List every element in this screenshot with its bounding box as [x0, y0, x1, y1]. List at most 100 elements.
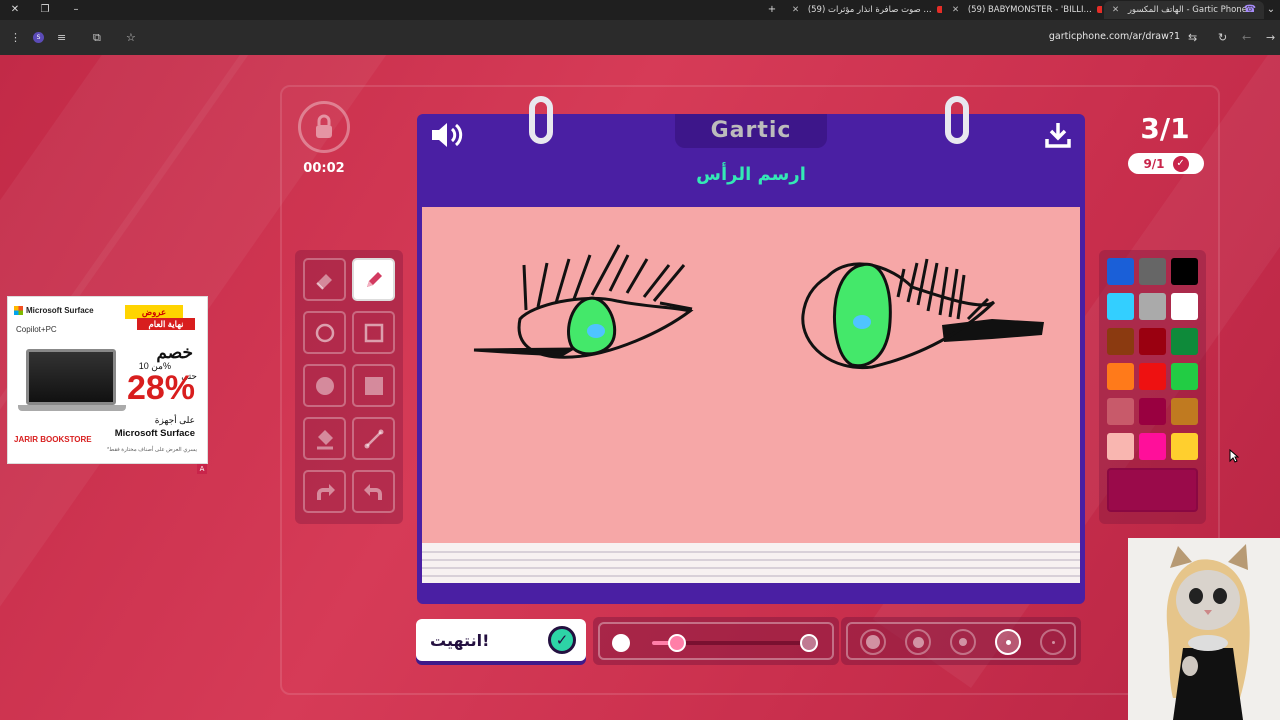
check-icon: ✓	[1172, 155, 1189, 172]
pencil-icon	[366, 271, 382, 287]
color-swatch[interactable]	[1171, 258, 1198, 285]
color-swatch[interactable]	[1107, 293, 1134, 320]
color-swatch[interactable]	[1171, 293, 1198, 320]
opacity-slider[interactable]	[598, 622, 834, 660]
jarir-logo: JARIR BOOKSTORE	[14, 435, 92, 444]
tab-close-icon[interactable]: ✕	[1112, 5, 1119, 15]
color-swatch[interactable]	[1171, 363, 1198, 390]
color-swatch[interactable]	[1107, 363, 1134, 390]
notebook-ring	[945, 96, 969, 144]
color-swatch[interactable]	[1139, 363, 1166, 390]
color-swatch[interactable]	[1107, 258, 1134, 285]
color-swatch[interactable]	[1139, 398, 1166, 425]
sound-button[interactable]	[429, 120, 465, 154]
color-swatch[interactable]	[1107, 328, 1134, 355]
color-swatch[interactable]	[1139, 293, 1166, 320]
color-swatch[interactable]	[1171, 398, 1198, 425]
color-swatch[interactable]	[1139, 433, 1166, 460]
menu-dots-icon[interactable]: ⋮	[10, 31, 21, 44]
square-fill-tool[interactable]	[352, 364, 395, 407]
tab-close-icon[interactable]: ✕	[952, 5, 959, 15]
drawing-canvas[interactable]	[422, 207, 1080, 543]
extensions-icon[interactable]: ⧉	[93, 31, 101, 45]
ad-discount: خصم	[156, 343, 193, 362]
color-swatch[interactable]	[1139, 258, 1166, 285]
circle-fill-icon	[315, 376, 334, 395]
ad-fine-print: *يسري العرض على أصناف مختارة فقط	[106, 447, 197, 453]
brush-size-s[interactable]	[995, 629, 1021, 655]
tab-title: الهاتف المكسور - Gartic Phone	[1127, 5, 1247, 15]
brush-size-m[interactable]	[950, 629, 976, 655]
opacity-knob[interactable]	[667, 634, 686, 652]
color-swatch[interactable]	[1107, 433, 1134, 460]
download-icon	[1045, 123, 1071, 148]
timer: 00:02	[303, 161, 345, 176]
restore-window-icon[interactable]: ❐	[38, 3, 52, 17]
square-outline-tool[interactable]	[352, 311, 395, 354]
done-label: انتهيت!	[430, 630, 490, 650]
profile-avatar[interactable]: S	[33, 32, 44, 43]
download-button[interactable]	[1043, 120, 1073, 154]
canvas-frame	[417, 204, 1085, 604]
color-palette	[1099, 250, 1206, 524]
youtube-icon	[936, 6, 942, 13]
brush-size-l[interactable]	[905, 629, 931, 655]
opacity-max-dot	[800, 634, 818, 652]
ad-product: Microsoft Surface	[114, 428, 195, 439]
minimize-window-icon[interactable]: –	[69, 3, 83, 17]
pencil-tool[interactable]	[352, 258, 395, 301]
color-swatch[interactable]	[1171, 433, 1198, 460]
notebook-ring	[529, 96, 553, 144]
eraser-icon	[315, 273, 332, 290]
laptop-base	[18, 405, 126, 411]
lock-button[interactable]	[298, 101, 350, 153]
back-icon[interactable]: →	[1266, 31, 1275, 44]
line-tool[interactable]	[352, 417, 395, 460]
tab-title: (59) صوت صافرة انذار مؤثرات ...	[807, 5, 932, 15]
brush-size-options	[846, 622, 1076, 660]
redo-tool[interactable]	[303, 470, 346, 513]
ad-banner[interactable]: Microsoft Surface Copilot+PC عروض نهاية …	[7, 296, 208, 464]
round-counter: 3/1	[1140, 112, 1190, 145]
circle-fill-tool[interactable]	[303, 364, 346, 407]
ad-copilot: Copilot+PC	[16, 325, 57, 334]
bucket-icon	[316, 429, 333, 449]
brush-size-xl[interactable]	[860, 629, 886, 655]
done-button[interactable]: انتهيت! ✓	[416, 619, 586, 661]
tab-sound[interactable]: ✕ (59) صوت صافرة انذار مؤثرات ...	[792, 1, 942, 19]
drawing-prompt: ارسم الرأس	[696, 164, 806, 185]
reload-icon[interactable]: ↻	[1218, 31, 1227, 44]
brush-size-box	[841, 617, 1081, 665]
tab-gartic[interactable]: ✕ الهاتف المكسور - Gartic Phone	[1104, 1, 1264, 19]
notebook-header: Gartic ارسم الرأس	[417, 96, 1085, 206]
forward-icon[interactable]: ←	[1242, 31, 1251, 44]
brush-size-xs[interactable]	[1040, 629, 1066, 655]
color-swatch[interactable]	[1139, 328, 1166, 355]
circle-outline-icon	[315, 323, 334, 342]
bookmark-star-icon[interactable]: ☆	[126, 31, 136, 44]
color-swatch[interactable]	[1171, 328, 1198, 355]
tab-search-icon[interactable]: ⌄	[1264, 3, 1278, 17]
notebook-pages	[422, 543, 1080, 583]
color-swatch[interactable]	[1107, 398, 1134, 425]
done-check-icon: ✓	[548, 626, 576, 654]
tune-icon[interactable]: ≡	[57, 31, 66, 44]
url-field[interactable]: garticphone.com/ar/draw?1	[1049, 31, 1180, 42]
tab-close-icon[interactable]: ✕	[792, 5, 799, 15]
close-window-icon[interactable]: ✕	[8, 3, 22, 17]
tab-babymonster[interactable]: ✕ (59) BABYMONSTER - 'BILLI...	[952, 1, 1102, 19]
new-tab-icon[interactable]: +	[765, 3, 779, 17]
brush-size-dot	[1051, 640, 1055, 644]
bucket-tool[interactable]	[303, 417, 346, 460]
brush-size-dot	[1005, 639, 1011, 645]
line-icon	[364, 429, 383, 448]
site-settings-icon[interactable]: ⇆	[1188, 31, 1197, 44]
undo-tool[interactable]	[352, 470, 395, 513]
drawing-strokes	[473, 244, 1044, 370]
ad-percent: 28%	[126, 369, 195, 407]
circle-outline-tool[interactable]	[303, 311, 346, 354]
eraser-tool[interactable]	[303, 258, 346, 301]
players-done-count: 9/1	[1143, 156, 1165, 171]
webcam-overlay	[1128, 538, 1280, 720]
adchoices-icon[interactable]: A	[197, 464, 207, 474]
